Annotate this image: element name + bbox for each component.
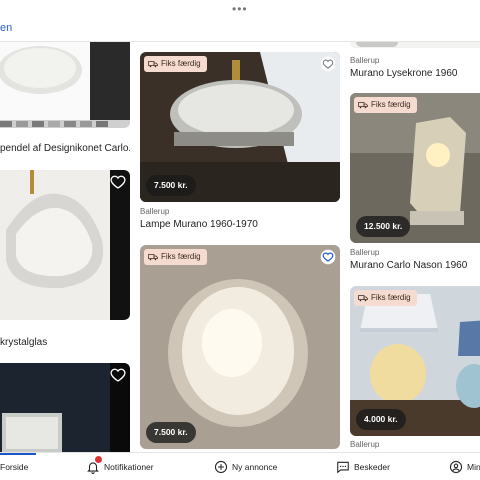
price-tag: 7.500 kr. bbox=[146, 422, 196, 443]
badge-label: Fiks færdig bbox=[161, 252, 201, 261]
delivery-truck-icon bbox=[358, 102, 368, 109]
nav-item-min-profil[interactable]: Min bbox=[449, 453, 480, 480]
results-column-middle: Fiks færdig 7.500 kr. Ballerup Lampe Mur… bbox=[140, 42, 340, 454]
nav-item-forside[interactable]: Forside bbox=[0, 453, 28, 480]
listing-image[interactable] bbox=[0, 42, 130, 128]
listing-image[interactable]: Fiks færdig 12.500 kr. bbox=[350, 93, 480, 243]
badge-label: Fiks færdig bbox=[161, 59, 201, 68]
favorite-heart-icon[interactable] bbox=[320, 56, 336, 72]
nav-label: Beskeder bbox=[354, 462, 390, 472]
nav-label: Min bbox=[467, 462, 480, 472]
delivery-truck-icon bbox=[148, 254, 158, 261]
listing-title[interactable]: Lampe Murano 1960-1970 bbox=[140, 219, 258, 230]
top-bar: ••• en bbox=[0, 0, 480, 42]
fiks-faerdig-badge: Fiks færdig bbox=[144, 249, 207, 265]
badge-label: Fiks færdig bbox=[371, 293, 411, 302]
badge-label: Fiks færdig bbox=[371, 100, 411, 109]
delivery-truck-icon bbox=[148, 61, 158, 68]
listing-location: Ballerup bbox=[350, 56, 380, 65]
price-tag: 4.000 kr. bbox=[356, 409, 406, 430]
listing-title[interactable]: pendel af Designikonet Carlo... bbox=[0, 143, 130, 154]
results-column-right: Ballerup Murano Lysekrone 1960 Fiks færd… bbox=[350, 42, 480, 454]
bottom-navigation: Forside Notifikationer Ny annonce Besked… bbox=[0, 452, 480, 480]
menu-dots[interactable]: ••• bbox=[232, 2, 248, 16]
plus-circle-icon bbox=[214, 460, 228, 474]
nav-label: Notifikationer bbox=[104, 462, 154, 472]
delivery-truck-icon bbox=[358, 295, 368, 302]
nav-item-beskeder[interactable]: Beskeder bbox=[336, 453, 390, 480]
price-tag: 7.500 kr. bbox=[146, 175, 196, 196]
listing-location: Ballerup bbox=[140, 207, 170, 216]
listing-image[interactable] bbox=[350, 42, 480, 48]
fiks-faerdig-badge: Fiks færdig bbox=[354, 290, 417, 306]
fiks-faerdig-badge: Fiks færdig bbox=[144, 56, 207, 72]
favorite-heart-icon[interactable] bbox=[110, 174, 126, 190]
listing-image[interactable]: Fiks færdig 4.000 kr. bbox=[350, 286, 480, 436]
chat-icon bbox=[337, 461, 349, 474]
listing-title[interactable]: Murano Lysekrone 1960 bbox=[350, 68, 457, 79]
favorite-heart-filled-icon[interactable] bbox=[320, 249, 336, 265]
favorite-heart-icon[interactable] bbox=[110, 367, 126, 383]
nav-label: Ny annonce bbox=[232, 462, 278, 472]
nav-item-notifikationer[interactable]: Notifikationer bbox=[86, 453, 154, 480]
back-link[interactable]: en bbox=[0, 22, 12, 34]
listing-image[interactable] bbox=[0, 170, 130, 320]
price-tag: 12.500 kr. bbox=[356, 216, 411, 237]
listing-image[interactable]: Fiks færdig 7.500 kr. bbox=[140, 245, 340, 449]
results-column-left: pendel af Designikonet Carlo... krystalg… bbox=[0, 42, 130, 454]
listing-location: Ballerup bbox=[350, 440, 380, 449]
nav-label: Forside bbox=[0, 462, 29, 472]
listing-image[interactable] bbox=[0, 363, 130, 454]
listing-title[interactable]: Murano Carlo Nason 1960 bbox=[350, 260, 467, 271]
nav-item-ny-annonce[interactable]: Ny annonce bbox=[214, 453, 277, 480]
listing-image[interactable]: Fiks færdig 7.500 kr. bbox=[140, 52, 340, 202]
listing-title[interactable]: krystalglas bbox=[0, 337, 47, 348]
profile-icon bbox=[449, 460, 463, 474]
notification-badge bbox=[95, 456, 102, 463]
fiks-faerdig-badge: Fiks færdig bbox=[354, 97, 417, 113]
listing-location: Ballerup bbox=[350, 248, 380, 257]
